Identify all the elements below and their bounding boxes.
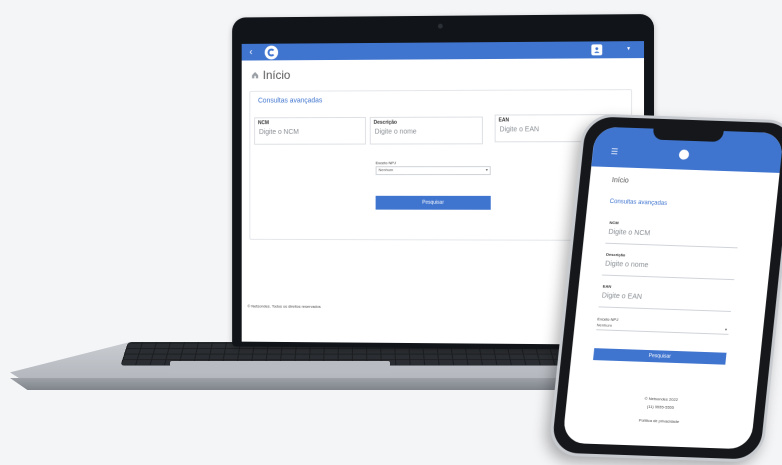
footer-copyright: © Netsondes. Todos os direitos reservado…	[247, 303, 321, 309]
laptop-trackpad	[170, 361, 390, 373]
home-icon[interactable]	[251, 71, 259, 79]
phone: ☰ Início Consultas avançadas NCM Digite …	[547, 113, 782, 463]
ean-placeholder: Digite o EAN	[499, 126, 540, 134]
phone-search-button[interactable]: Pesquisar	[593, 348, 727, 365]
phone-footer-privacy-link[interactable]: Política de privacidade	[565, 415, 754, 427]
breadcrumb: Início	[242, 58, 644, 86]
camera-icon	[437, 23, 443, 29]
card-title: Consultas avançadas	[257, 97, 323, 105]
menu-icon[interactable]: ☰	[610, 147, 618, 156]
select-value: Nenhum	[596, 322, 613, 328]
ean-label: EAN	[498, 117, 509, 124]
ncm-field[interactable]: NCM Digite o NCM	[254, 116, 366, 145]
chevron-down-icon[interactable]: ▾	[627, 45, 630, 52]
exception-select-group: Exceto NPJ Nenhum ▾	[375, 160, 491, 176]
description-placeholder: Digite o nome	[374, 128, 417, 136]
app-header: ‹ ▾	[241, 41, 645, 61]
chevron-left-icon[interactable]: ‹	[249, 47, 260, 58]
ean-placeholder: Digite o EAN	[601, 292, 643, 301]
description-label: Descrição	[373, 119, 397, 126]
phone-breadcrumb: Início	[611, 177, 630, 185]
phone-card-title: Consultas avançadas	[609, 198, 668, 207]
select-value: Nenhum	[378, 167, 394, 173]
phone-exception-select-group: Exceto NPJ Nenhum ▾	[596, 316, 730, 335]
brand-logo-icon[interactable]	[264, 45, 279, 59]
brand-logo-icon[interactable]	[678, 149, 690, 160]
exception-select[interactable]: Nenhum ▾	[375, 166, 491, 176]
search-button[interactable]: Pesquisar	[375, 195, 491, 210]
page-title: Início	[262, 68, 291, 82]
chevron-down-icon: ▾	[724, 326, 728, 332]
ncm-placeholder: Digite o NCM	[258, 128, 299, 136]
phone-screen: ☰ Início Consultas avançadas NCM Digite …	[562, 126, 782, 450]
chevron-down-icon: ▾	[485, 167, 488, 173]
ncm-label: NCM	[257, 120, 269, 127]
ncm-label: NCM	[609, 219, 619, 226]
description-placeholder: Digite o nome	[604, 260, 649, 270]
phone-description-field[interactable]: Descrição Digite o nome	[601, 250, 737, 281]
phone-ean-field[interactable]: EAN Digite o EAN	[598, 282, 734, 312]
description-field[interactable]: Descrição Digite o nome	[369, 116, 483, 145]
ean-label: EAN	[602, 283, 612, 289]
phone-ncm-field[interactable]: NCM Digite o NCM	[605, 218, 741, 249]
laptop-base-edge	[10, 378, 590, 390]
device-mockup-scene: ‹ ▾ Início Consultas avançadas NCM Digit…	[0, 0, 782, 465]
user-icon[interactable]	[591, 44, 603, 56]
select-label: Exceto NPJ	[375, 160, 396, 166]
description-label: Descrição	[605, 251, 626, 258]
ncm-placeholder: Digite o NCM	[608, 228, 651, 238]
